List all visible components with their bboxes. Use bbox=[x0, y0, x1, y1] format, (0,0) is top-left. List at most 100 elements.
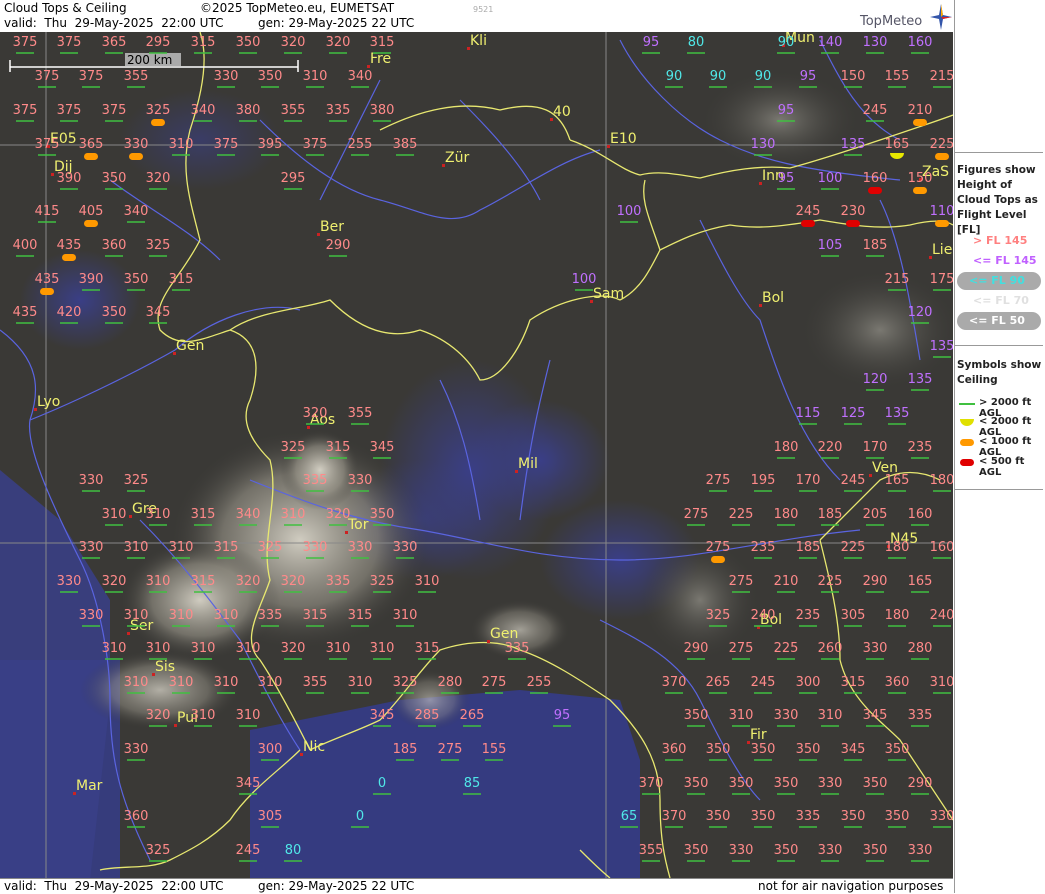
fl-label: 355 bbox=[348, 406, 373, 421]
fl-label: 370 bbox=[662, 675, 687, 690]
fl-label: 340 bbox=[124, 204, 149, 219]
fl-label: 330 bbox=[774, 708, 799, 723]
fl-label: 350 bbox=[684, 776, 709, 791]
fl-label: 245 bbox=[863, 103, 888, 118]
fl-label: 155 bbox=[885, 69, 910, 84]
fl-label: 335 bbox=[303, 473, 328, 488]
fl-label: 330 bbox=[930, 809, 953, 824]
fl-label: 205 bbox=[863, 507, 888, 522]
fl-label: 420 bbox=[57, 305, 82, 320]
scale-label: 200 km bbox=[127, 53, 172, 67]
satellite-map[interactable]: 200 km Fre Kli Mun E05 E10 Dij Zür Inn ZaS Ber Lie… bbox=[0, 32, 953, 878]
fl-label: 135 bbox=[885, 406, 910, 421]
ceiling-symbol bbox=[84, 153, 98, 160]
ceiling-symbol bbox=[846, 220, 860, 227]
fl-label: 390 bbox=[79, 272, 104, 287]
fl-label: 350 bbox=[684, 843, 709, 858]
fl-label: 315 bbox=[348, 608, 373, 623]
fl-label: 275 bbox=[706, 540, 731, 555]
yellow-halfcircle-icon bbox=[960, 419, 974, 426]
ceiling-symbol bbox=[913, 119, 927, 126]
ceiling-symbol bbox=[84, 220, 98, 227]
red-pill-icon bbox=[960, 459, 974, 466]
fl-label: 225 bbox=[930, 137, 953, 152]
fl-label: 245 bbox=[751, 675, 776, 690]
fl-label: 305 bbox=[258, 809, 283, 824]
fl-label: 320 bbox=[326, 507, 351, 522]
fl-label: 315 bbox=[214, 540, 239, 555]
fl-label: 185 bbox=[393, 742, 418, 757]
fl-label: 325 bbox=[124, 473, 149, 488]
legend-ceiling-below-1000: < 1000 ft AGL bbox=[957, 435, 1045, 458]
city-label: Mil bbox=[518, 456, 538, 472]
fl-label: 290 bbox=[326, 238, 351, 253]
ceiling-symbol bbox=[40, 288, 54, 295]
fl-label: 330 bbox=[79, 608, 104, 623]
fl-label: 320 bbox=[236, 574, 261, 589]
fl-label: 120 bbox=[908, 305, 933, 320]
fl-label: 375 bbox=[303, 137, 328, 152]
fl-label: 315 bbox=[191, 35, 216, 50]
fl-label: 325 bbox=[370, 574, 395, 589]
fl-label: 245 bbox=[236, 843, 261, 858]
fl-label: 265 bbox=[706, 675, 731, 690]
fl-label: 405 bbox=[79, 204, 104, 219]
fl-label: 330 bbox=[393, 540, 418, 555]
fl-label: 165 bbox=[908, 574, 933, 589]
fl-label: 120 bbox=[863, 372, 888, 387]
fl-label: 295 bbox=[281, 171, 306, 186]
fl-label: 345 bbox=[236, 776, 261, 791]
fl-label: 65 bbox=[621, 809, 638, 824]
fl-label: 185 bbox=[796, 540, 821, 555]
legend-fl-label: <= FL 145 bbox=[973, 254, 1037, 267]
fl-label: 255 bbox=[348, 137, 373, 152]
fl-label: 95 bbox=[778, 171, 795, 186]
logo-text: TopMeteo bbox=[860, 14, 923, 29]
fl-label: 275 bbox=[438, 742, 463, 757]
legend-fl-90: <= FL 90 bbox=[957, 272, 1041, 290]
city-label: Gen bbox=[490, 626, 518, 642]
fl-label: 160 bbox=[908, 507, 933, 522]
fl-label: 310 bbox=[236, 708, 261, 723]
city-label: Bol bbox=[762, 290, 784, 306]
fl-label: 360 bbox=[885, 675, 910, 690]
fl-label: 100 bbox=[617, 204, 642, 219]
fl-label: 375 bbox=[79, 69, 104, 84]
fl-label: 110 bbox=[930, 204, 953, 219]
fl-label: 340 bbox=[348, 69, 373, 84]
fl-label: 310 bbox=[146, 574, 171, 589]
fl-label: 320 bbox=[146, 708, 171, 723]
fl-label: 265 bbox=[460, 708, 485, 723]
fl-label: 380 bbox=[370, 103, 395, 118]
fl-label: 350 bbox=[774, 776, 799, 791]
fl-label: 310 bbox=[146, 507, 171, 522]
legend-figures-title: Figures show Height of Cloud Tops as Fli… bbox=[957, 164, 1038, 236]
fl-label: 360 bbox=[662, 742, 687, 757]
legend-fl-label: <= FL 70 bbox=[973, 294, 1029, 307]
fl-label: 320 bbox=[303, 406, 328, 421]
fl-label: 95 bbox=[800, 69, 817, 84]
fl-label: 375 bbox=[102, 103, 127, 118]
fl-label: 345 bbox=[841, 742, 866, 757]
fl-label: 180 bbox=[774, 507, 799, 522]
legend-divider bbox=[955, 152, 1043, 153]
fl-label: 330 bbox=[863, 641, 888, 656]
legend-ceiling-above-2000: > 2000 ft AGL bbox=[957, 396, 1045, 419]
fl-label: 435 bbox=[13, 305, 38, 320]
fl-label: 345 bbox=[146, 305, 171, 320]
orange-pill-icon bbox=[960, 439, 974, 446]
footer-bar: valid: Thu 29-May-2025 22:00 UTC gen: 29… bbox=[0, 878, 953, 894]
ceiling-symbol bbox=[711, 556, 725, 563]
fl-label: 310 bbox=[214, 608, 239, 623]
fl-label: 350 bbox=[124, 272, 149, 287]
fl-label: 230 bbox=[841, 204, 866, 219]
fl-label: 235 bbox=[751, 540, 776, 555]
fl-label: 435 bbox=[35, 272, 60, 287]
city-label: Kli bbox=[470, 33, 487, 49]
city-label: Fir bbox=[750, 727, 767, 743]
fl-label: 315 bbox=[841, 675, 866, 690]
fl-label: 310 bbox=[258, 675, 283, 690]
fl-label: 385 bbox=[393, 137, 418, 152]
fl-label: 400 bbox=[13, 238, 38, 253]
fl-label: 330 bbox=[79, 540, 104, 555]
